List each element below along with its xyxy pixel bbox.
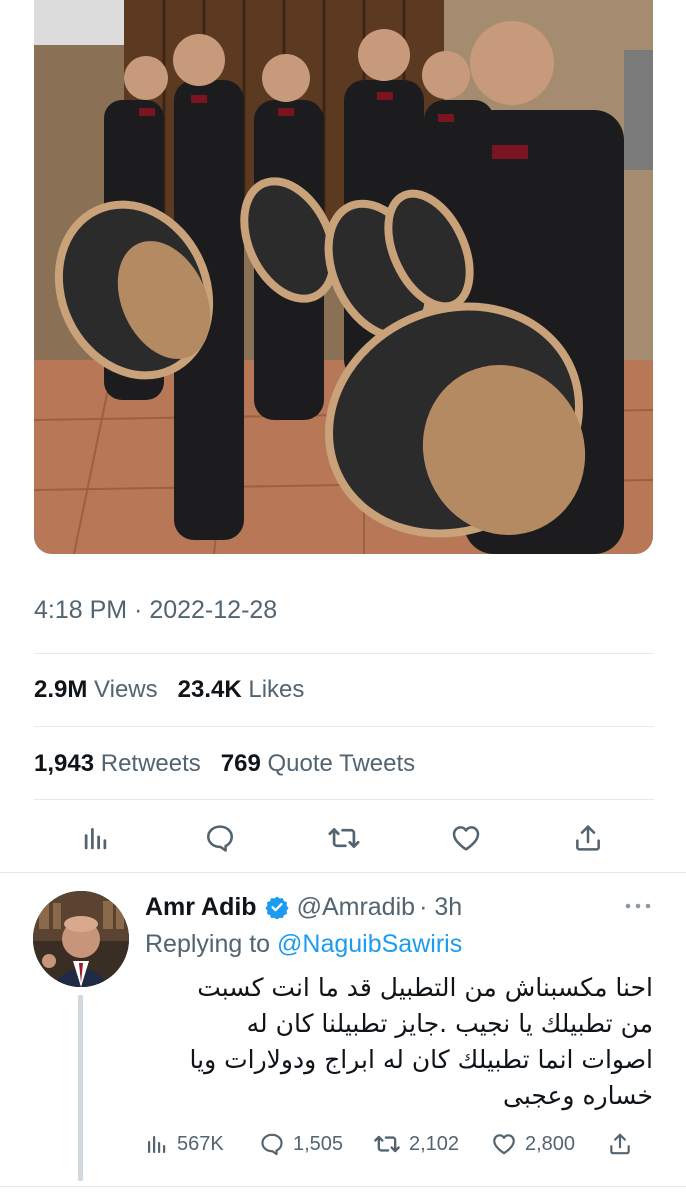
avatar[interactable] — [33, 891, 129, 987]
divider — [34, 726, 654, 727]
quotes-label: Quote Tweets — [267, 750, 416, 777]
share-icon — [610, 1133, 630, 1155]
quotes-count: 769 — [220, 750, 261, 777]
divider — [34, 653, 654, 654]
reply-likes-metric[interactable]: 2,800 — [491, 1126, 575, 1162]
retweets-stat[interactable]: 1,943 Retweets — [34, 750, 201, 777]
views-likes-row: 2.9M Views 23.4K Likes — [34, 676, 304, 704]
retweet-icon — [328, 828, 360, 848]
like-button[interactable] — [440, 812, 492, 864]
retweet-button[interactable] — [318, 812, 370, 864]
replying-to-label: Replying to — [145, 930, 271, 958]
replying-to-line: Replying to @NaguibSawiris — [145, 930, 462, 959]
analytics-icon — [84, 828, 107, 850]
likes-count: 2,800 — [525, 1132, 576, 1155]
analytics-icon — [148, 1136, 166, 1153]
reply-retweets-metric[interactable]: 2,102 — [373, 1126, 459, 1162]
likes-stat[interactable]: 23.4K Likes — [178, 676, 305, 703]
like-icon — [493, 1134, 515, 1155]
reply-text-line: من تطبيلك يا نجيب .جايز تطبيلنا كان له — [246, 1009, 653, 1038]
views-count: 567K — [177, 1132, 224, 1155]
tweet-action-bar — [34, 812, 654, 864]
reply-replies-metric[interactable]: 1,505 — [259, 1126, 343, 1162]
section-divider — [0, 1186, 686, 1187]
likes-count: 23.4K — [177, 676, 242, 703]
reply-text-line: خساره وعجبى — [503, 1081, 653, 1110]
section-divider — [0, 872, 686, 873]
reply-button[interactable] — [194, 812, 246, 864]
author-name[interactable]: Amr Adib — [145, 893, 257, 922]
retweet-icon — [374, 1135, 400, 1153]
reply-text-line: احنا مكسبناش من التطبيل قد ما انت كسبت — [197, 973, 653, 1002]
quotes-stat[interactable]: 769 Quote Tweets — [221, 750, 415, 777]
reply-share-button[interactable] — [607, 1126, 633, 1162]
share-button[interactable] — [562, 812, 614, 864]
retweets-count: 1,943 — [34, 750, 95, 777]
reply-author-row: Amr Adib @Amradib · 3h — [145, 891, 462, 923]
retweets-count: 2,102 — [409, 1132, 460, 1155]
avatar-photo — [33, 891, 129, 987]
retweets-label: Retweets — [100, 750, 201, 777]
reply-time[interactable]: · 3h — [419, 893, 462, 922]
views-label: Views — [94, 676, 158, 703]
analytics-button[interactable] — [70, 812, 122, 864]
more-dots-icon — [625, 903, 651, 909]
author-handle[interactable]: @Amradib — [297, 893, 415, 922]
likes-label: Likes — [248, 676, 305, 703]
tweet-timestamp[interactable]: 4:18 PM · 2022-12-28 — [34, 596, 277, 625]
tweet-media-image[interactable] — [34, 0, 653, 554]
reply-views-metric[interactable]: 567K — [145, 1126, 224, 1162]
reply-icon — [207, 825, 234, 852]
share-icon — [576, 825, 600, 851]
photo-drummers — [34, 0, 653, 554]
reply-metrics-bar: 567K 1,505 2,102 2,800 — [145, 1126, 645, 1162]
reply-text-line: اصوات انما تطبيلك كان له ابراج ودولارات … — [189, 1045, 654, 1074]
reply-text: احنا مكسبناش من التطبيل قد ما انت كسبت م… — [145, 970, 654, 1114]
like-icon — [452, 826, 480, 851]
retweets-quotes-row: 1,943 Retweets 769 Quote Tweets — [34, 750, 415, 778]
reply-icon — [261, 1133, 283, 1156]
thread-line — [78, 995, 83, 1181]
more-options-button[interactable] — [624, 896, 652, 921]
views-stat[interactable]: 2.9M Views — [34, 676, 158, 703]
divider — [34, 799, 654, 800]
views-count: 2.9M — [34, 676, 88, 703]
replies-count: 1,505 — [293, 1132, 344, 1155]
replying-to-handle[interactable]: @NaguibSawiris — [277, 930, 462, 958]
verified-badge-icon — [264, 896, 289, 919]
